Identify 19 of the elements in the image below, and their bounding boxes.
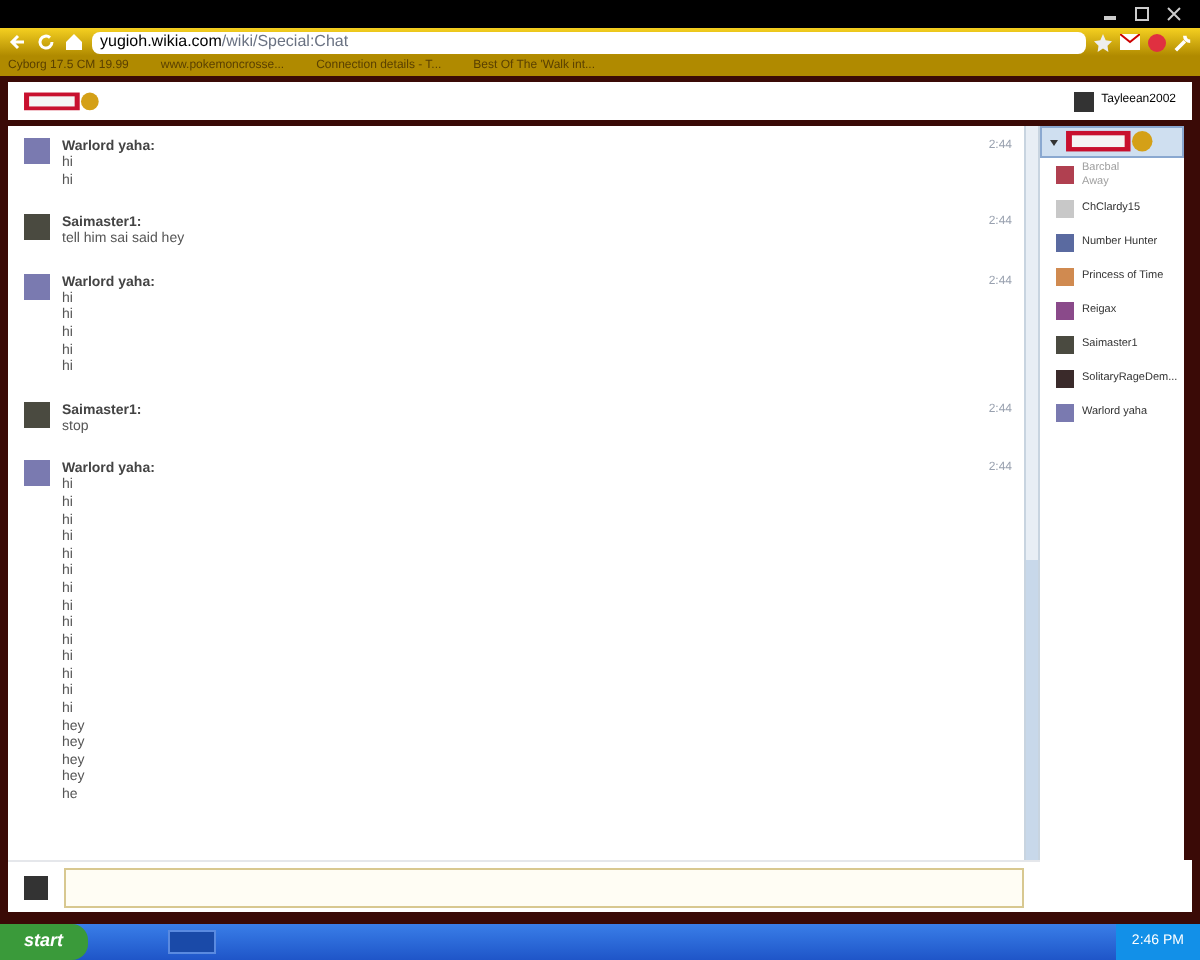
logo-icon (24, 89, 100, 113)
message-input[interactable] (64, 867, 1024, 907)
taskbar-button[interactable] (167, 930, 216, 954)
address-bar[interactable]: yugioh.wikia.com/wiki/Special:Chat (92, 31, 1086, 53)
avatar (24, 875, 48, 899)
scrollbar[interactable] (1024, 126, 1040, 860)
back-arrow-icon[interactable] (8, 32, 28, 52)
wrench-icon[interactable] (1174, 33, 1192, 51)
home-icon[interactable] (64, 32, 84, 52)
mail-icon[interactable] (1120, 34, 1140, 50)
star-icon[interactable] (1094, 33, 1112, 51)
reload-icon[interactable] (36, 32, 56, 52)
caret-icon (1050, 139, 1058, 145)
window-controls-icon (1104, 6, 1184, 22)
start-button[interactable]: start (0, 924, 88, 960)
circle-icon[interactable] (1148, 33, 1166, 51)
logo-icon (1066, 128, 1154, 156)
user-list-header[interactable] (1040, 126, 1184, 158)
avatar (1073, 91, 1094, 111)
